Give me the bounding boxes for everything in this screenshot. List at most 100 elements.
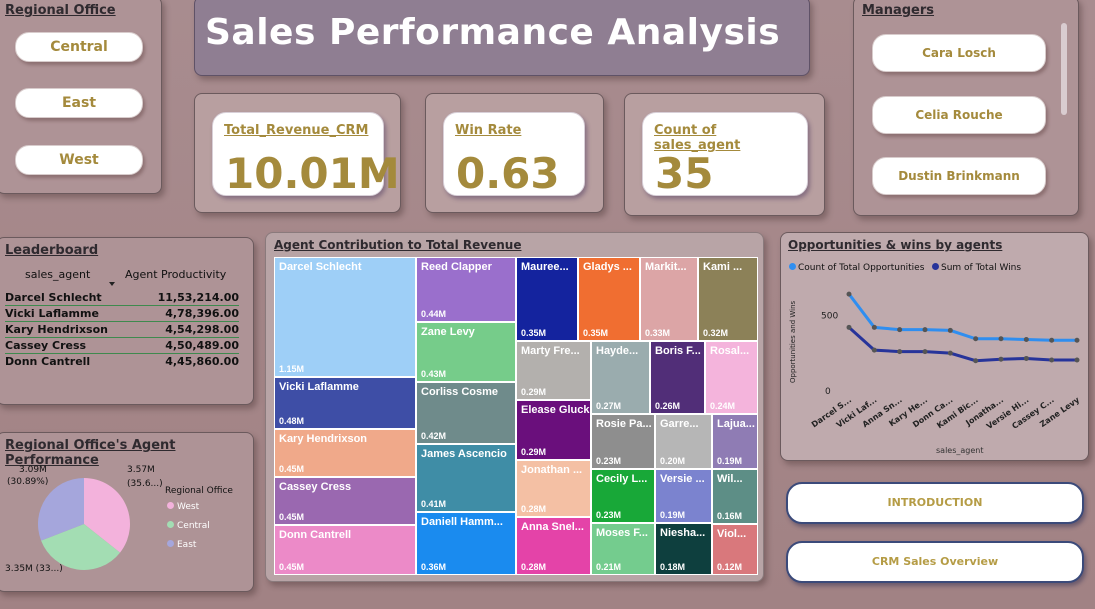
treemap-cell[interactable]: Marty Fre... 0.29M: [516, 341, 591, 400]
kpi-winrate-card: Win Rate 0.63: [443, 112, 585, 198]
treemap-cell[interactable]: Boris F... 0.26M: [650, 341, 705, 414]
treemap-cell-name: Lajua...: [717, 418, 755, 430]
treemap-cell[interactable]: Anna Snel... 0.28M: [516, 517, 591, 575]
treemap-cell[interactable]: Hayde... 0.27M: [591, 341, 650, 414]
series-line: [847, 293, 1077, 342]
regional-office-title: Regional Office: [5, 3, 116, 18]
treemap-cell[interactable]: Kami ... 0.32M: [698, 257, 758, 341]
pie-label-east-1: 3.09M: [19, 465, 47, 475]
regional-office-panel: Regional Office Central East West: [0, 0, 162, 194]
data-point: [1074, 337, 1080, 343]
treemap-cell[interactable]: Vicki Laflamme 0.48M: [274, 377, 416, 429]
treemap-cell-value: 0.23M: [596, 510, 622, 520]
treemap-cell[interactable]: Donn Cantrell 0.45M: [274, 525, 416, 575]
manager-option-celia-rouche[interactable]: Celia Rouche: [872, 96, 1046, 134]
kpi-agents-card: Count of sales_agent 35: [642, 112, 808, 198]
data-point: [1049, 337, 1055, 343]
kpi-revenue-panel: Total_Revenue_CRM 10.01M: [194, 93, 401, 213]
table-row: Kary Hendrixson 4,54,298.00: [5, 322, 239, 338]
legend-label-east: East: [177, 540, 197, 550]
table-row: Darcel Schlecht 11,53,214.00: [5, 290, 239, 306]
treemap-cell-value: 0.20M: [660, 456, 686, 466]
treemap-cell-name: Wil...: [717, 473, 743, 485]
manager-option-cara-losch[interactable]: Cara Losch: [872, 34, 1046, 72]
data-point: [922, 349, 928, 355]
treemap-cell-value: 1.15M: [279, 364, 305, 374]
treemap-cell[interactable]: Wil... 0.16M: [712, 469, 758, 524]
treemap-cell[interactable]: Rosie Pa... 0.23M: [591, 414, 655, 469]
treemap-cell[interactable]: Jonathan ... 0.28M: [516, 460, 591, 517]
treemap-cell-name: Donn Cantrell: [279, 529, 352, 541]
treemap-cell[interactable]: Viol... 0.12M: [712, 524, 758, 575]
treemap-cell[interactable]: Daniell Hamm... 0.36M: [416, 512, 516, 575]
legend-dot: [167, 502, 174, 509]
treemap-panel: Agent Contribution to Total Revenue Darc…: [265, 232, 764, 582]
row-agent: Donn Cantrell: [5, 355, 91, 368]
treemap-cell[interactable]: Versie ... 0.19M: [655, 469, 712, 523]
region-option-central[interactable]: Central: [15, 32, 143, 62]
treemap-cell[interactable]: Moses F... 0.21M: [591, 523, 655, 575]
data-point: [998, 336, 1004, 342]
data-point: [1023, 337, 1029, 343]
treemap-cell-value: 0.28M: [521, 562, 547, 572]
treemap-cell-value: 0.29M: [521, 387, 547, 397]
treemap-cell-name: Moses F...: [596, 527, 648, 539]
treemap-cell-value: 0.16M: [717, 511, 743, 521]
treemap-cell[interactable]: Mauree... 0.35M: [516, 257, 578, 341]
treemap-cell-value: 0.26M: [655, 401, 681, 411]
row-value: 4,54,298.00: [165, 323, 239, 336]
kpi-winrate-value: 0.63: [456, 149, 560, 198]
treemap-cell[interactable]: Elease Gluck 0.29M: [516, 400, 591, 460]
treemap-cell[interactable]: Markit... 0.33M: [640, 257, 698, 341]
treemap-cell-name: Anna Snel...: [521, 521, 584, 533]
sort-down-icon[interactable]: [109, 282, 115, 286]
data-point: [871, 347, 877, 353]
treemap-cell-name: Darcel Schlecht: [279, 261, 362, 273]
kpi-agents-panel: Count of sales_agent 35: [624, 93, 825, 216]
managers-scrollbar[interactable]: [1061, 23, 1067, 115]
treemap-cell[interactable]: Garre... 0.20M: [655, 414, 712, 469]
treemap-cell[interactable]: Zane Levy 0.43M: [416, 322, 516, 382]
data-point: [922, 327, 928, 333]
treemap-cell-name: Gladys ...: [583, 261, 632, 273]
treemap-cell-name: Jonathan ...: [521, 464, 583, 476]
introduction-button[interactable]: INTRODUCTION: [786, 482, 1084, 524]
data-point: [871, 324, 877, 330]
treemap-cell-value: 0.35M: [521, 328, 547, 338]
region-option-east[interactable]: East: [15, 88, 143, 118]
line-chart: 5000Opportunities and Winssales_agentDar…: [789, 291, 1082, 455]
treemap-cell[interactable]: James Ascencio 0.41M: [416, 444, 516, 512]
legend-dot: [167, 521, 174, 528]
data-point: [947, 327, 953, 333]
row-value: 4,78,396.00: [165, 307, 239, 320]
treemap-cell[interactable]: Cecily L... 0.23M: [591, 469, 655, 523]
title-banner: Sales Performance Analysis: [194, 0, 810, 76]
manager-option-dustin-brinkmann[interactable]: Dustin Brinkmann: [872, 157, 1046, 195]
crm-overview-button[interactable]: CRM Sales Overview: [786, 541, 1084, 583]
treemap-cell[interactable]: Gladys ... 0.35M: [578, 257, 640, 341]
region-option-west[interactable]: West: [15, 145, 143, 175]
treemap-cell-name: Cecily L...: [596, 473, 648, 485]
treemap-cell[interactable]: Darcel Schlecht 1.15M: [274, 257, 416, 377]
leaderboard-header-agent[interactable]: sales_agent: [25, 268, 90, 281]
treemap-cell-value: 0.18M: [660, 562, 686, 572]
legend-item-west: West: [167, 502, 199, 512]
treemap-cell[interactable]: Niesha... 0.18M: [655, 523, 712, 575]
treemap-cell[interactable]: Kary Hendrixson 0.45M: [274, 429, 416, 477]
treemap-cell-value: 0.36M: [421, 562, 447, 572]
leaderboard-header-productivity[interactable]: Agent Productivity: [125, 268, 226, 281]
pie-label-west-1: 3.57M: [127, 465, 155, 475]
treemap-cell-name: Rosie Pa...: [596, 418, 652, 430]
treemap-cell-name: Hayde...: [596, 345, 639, 357]
treemap-cell[interactable]: Corliss Cosme 0.42M: [416, 382, 516, 444]
treemap-cell[interactable]: Reed Clapper 0.44M: [416, 257, 516, 322]
treemap-cell[interactable]: Rosal... 0.24M: [705, 341, 758, 414]
treemap-cell-value: 0.23M: [596, 456, 622, 466]
treemap-cell[interactable]: Lajua... 0.19M: [712, 414, 758, 469]
treemap-cell[interactable]: Cassey Cress 0.45M: [274, 477, 416, 525]
treemap-cell-value: 0.44M: [421, 309, 447, 319]
data-point: [1023, 355, 1029, 361]
treemap-cell-value: 0.24M: [710, 401, 736, 411]
pie-label-central: 3.35M (33...): [5, 564, 63, 574]
y-tick-label: 0: [825, 387, 831, 397]
